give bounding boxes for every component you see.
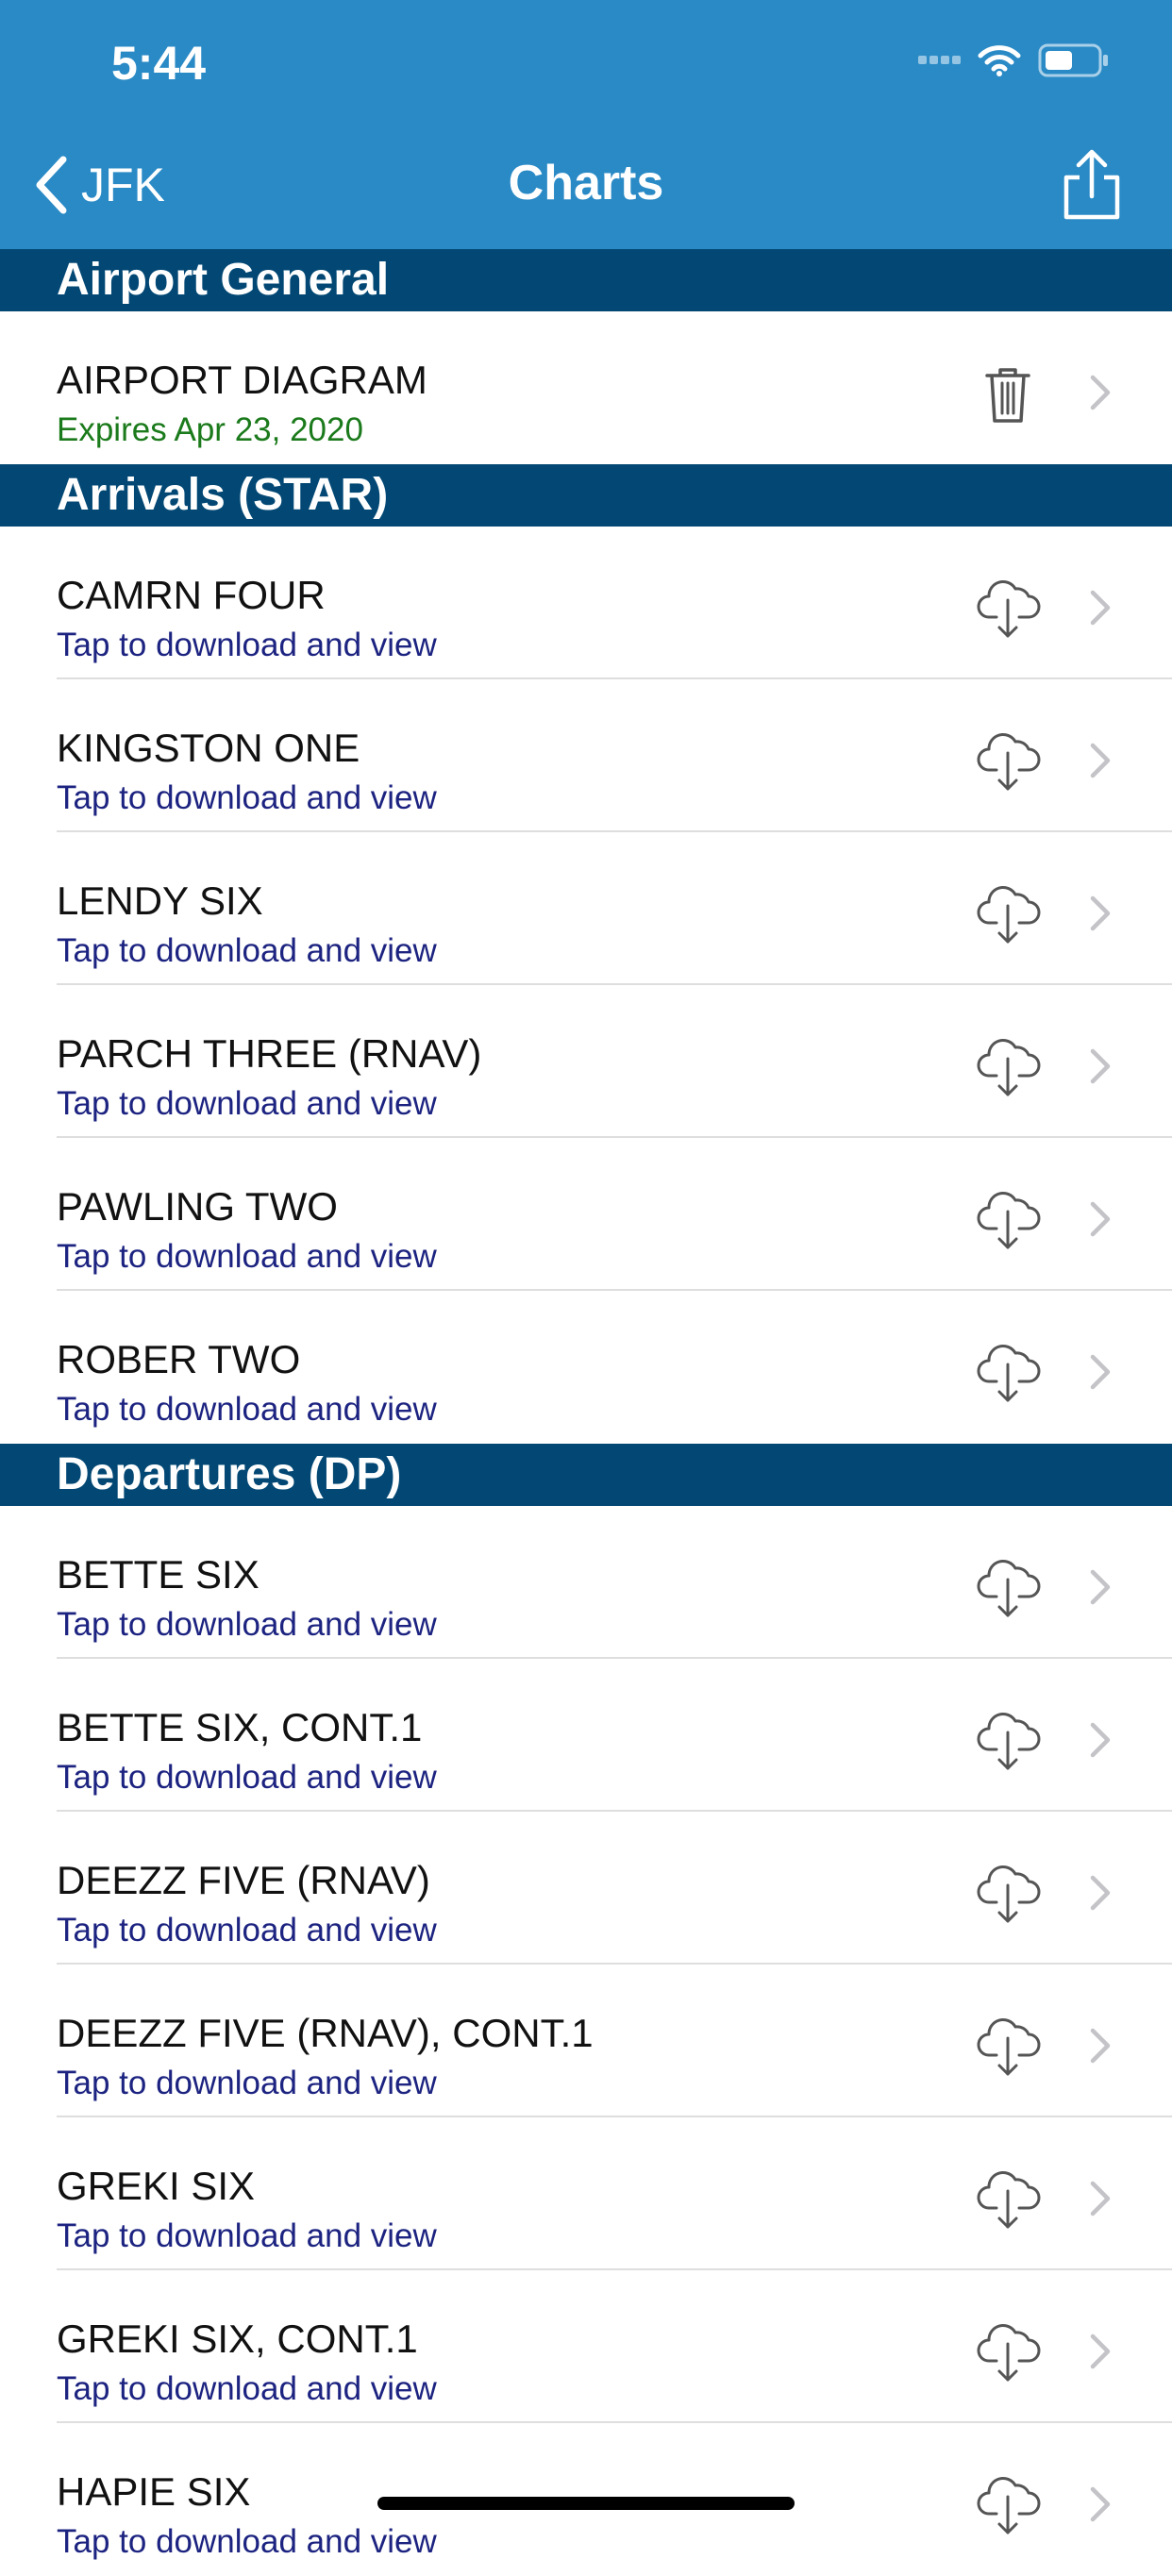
chart-title: ROBER TWO <box>57 1337 301 1381</box>
chart-row[interactable]: BETTE SIX Tap to download and view <box>0 1506 1172 1659</box>
cloud-download-icon[interactable] <box>974 2470 1042 2538</box>
chevron-right-icon <box>1087 1568 1113 1606</box>
chart-subtitle: Tap to download and view <box>57 2217 437 2254</box>
cloud-download-icon[interactable] <box>974 1338 1042 1406</box>
chevron-right-icon <box>1087 1874 1113 1912</box>
chevron-right-icon <box>1087 589 1113 627</box>
chart-row[interactable]: GREKI SIX, CONT.1 Tap to download and vi… <box>0 2270 1172 2423</box>
chart-title: LENDY SIX <box>57 878 263 923</box>
chart-subtitle: Tap to download and view <box>57 1085 437 1122</box>
wifi-icon <box>978 44 1021 76</box>
chart-subtitle: Tap to download and view <box>57 932 437 969</box>
chevron-right-icon <box>1087 742 1113 779</box>
chart-subtitle: Tap to download and view <box>57 1759 437 1796</box>
chart-title: DEEZZ FIVE (RNAV) <box>57 1858 430 1902</box>
section-header: Arrivals (STAR) <box>0 464 1172 527</box>
share-button[interactable] <box>1059 149 1125 221</box>
chart-subtitle: Tap to download and view <box>57 1391 437 1428</box>
chart-title: BETTE SIX <box>57 1552 260 1597</box>
cellular-signal-icon <box>915 52 961 69</box>
chart-subtitle: Tap to download and view <box>57 2065 437 2101</box>
home-indicator <box>377 2497 795 2510</box>
chevron-right-icon <box>1087 374 1113 411</box>
chart-row[interactable]: DEEZZ FIVE (RNAV) Tap to download and vi… <box>0 1812 1172 1965</box>
cloud-download-icon[interactable] <box>974 1553 1042 1621</box>
chart-row[interactable]: PARCH THREE (RNAV) Tap to download and v… <box>0 985 1172 1138</box>
cloud-download-icon[interactable] <box>974 1706 1042 1774</box>
cloud-download-icon[interactable] <box>974 1185 1042 1253</box>
chevron-right-icon <box>1087 1200 1113 1238</box>
chart-row[interactable]: AIRPORT DIAGRAM Expires Apr 23, 2020 <box>0 311 1172 464</box>
status-icons <box>915 42 1110 79</box>
chevron-right-icon <box>1087 1353 1113 1391</box>
battery-icon <box>1038 43 1110 77</box>
chart-row[interactable]: BETTE SIX, CONT.1 Tap to download and vi… <box>0 1659 1172 1812</box>
chevron-right-icon <box>1087 2333 1113 2370</box>
chart-title: PAWLING TWO <box>57 1184 338 1229</box>
navigation-bar: 5:44 JFK Charts <box>0 0 1172 249</box>
chart-subtitle: Tap to download and view <box>57 2370 437 2407</box>
chart-row[interactable]: PAWLING TWO Tap to download and view <box>0 1138 1172 1291</box>
cloud-download-icon[interactable] <box>974 1032 1042 1100</box>
section-header: Departures (DP) <box>0 1444 1172 1506</box>
chevron-right-icon <box>1087 1721 1113 1759</box>
chart-subtitle: Tap to download and view <box>57 1912 437 1949</box>
chart-subtitle: Tap to download and view <box>57 1606 437 1643</box>
chart-subtitle: Tap to download and view <box>57 2523 437 2560</box>
section-header: Airport General <box>0 249 1172 311</box>
chevron-right-icon <box>1087 2180 1113 2217</box>
chevron-right-icon <box>1087 2027 1113 2065</box>
cloud-download-icon[interactable] <box>974 879 1042 947</box>
share-icon <box>1063 149 1120 220</box>
chevron-right-icon <box>1087 895 1113 932</box>
chart-title: KINGSTON ONE <box>57 726 360 770</box>
chart-title: CAMRN FOUR <box>57 573 326 617</box>
chart-title: AIRPORT DIAGRAM <box>57 358 427 402</box>
page-title: Charts <box>508 156 664 210</box>
chevron-right-icon <box>1087 2485 1113 2523</box>
chart-subtitle: Tap to download and view <box>57 1238 437 1275</box>
chart-subtitle: Tap to download and view <box>57 779 437 816</box>
chart-title: GREKI SIX <box>57 2164 256 2208</box>
cloud-download-icon[interactable] <box>974 2012 1042 2080</box>
chart-row[interactable]: ROBER TWO Tap to download and view <box>0 1291 1172 1444</box>
chart-subtitle: Tap to download and view <box>57 627 437 663</box>
trash-icon[interactable] <box>974 359 1042 427</box>
chart-title: BETTE SIX, CONT.1 <box>57 1705 423 1749</box>
chart-list[interactable]: Airport General AIRPORT DIAGRAM Expires … <box>0 249 1172 2576</box>
chart-title: PARCH THREE (RNAV) <box>57 1031 482 1076</box>
chevron-right-icon <box>1087 1047 1113 1085</box>
cloud-download-icon[interactable] <box>974 1859 1042 1927</box>
chart-row[interactable]: CAMRN FOUR Tap to download and view <box>0 527 1172 679</box>
chart-row[interactable]: DEEZZ FIVE (RNAV), CONT.1 Tap to downloa… <box>0 1965 1172 2117</box>
chart-subtitle: Expires Apr 23, 2020 <box>57 411 363 448</box>
chart-row[interactable]: GREKI SIX Tap to download and view <box>0 2117 1172 2270</box>
chart-title: GREKI SIX, CONT.1 <box>57 2317 418 2361</box>
chart-row[interactable]: LENDY SIX Tap to download and view <box>0 832 1172 985</box>
cloud-download-icon[interactable] <box>974 574 1042 642</box>
chart-title: HAPIE SIX <box>57 2469 251 2514</box>
cloud-download-icon[interactable] <box>974 2317 1042 2385</box>
status-time: 5:44 <box>111 37 207 90</box>
chart-row[interactable]: KINGSTON ONE Tap to download and view <box>0 679 1172 832</box>
cloud-download-icon[interactable] <box>974 727 1042 795</box>
cloud-download-icon[interactable] <box>974 2165 1042 2233</box>
chart-title: DEEZZ FIVE (RNAV), CONT.1 <box>57 2011 594 2055</box>
